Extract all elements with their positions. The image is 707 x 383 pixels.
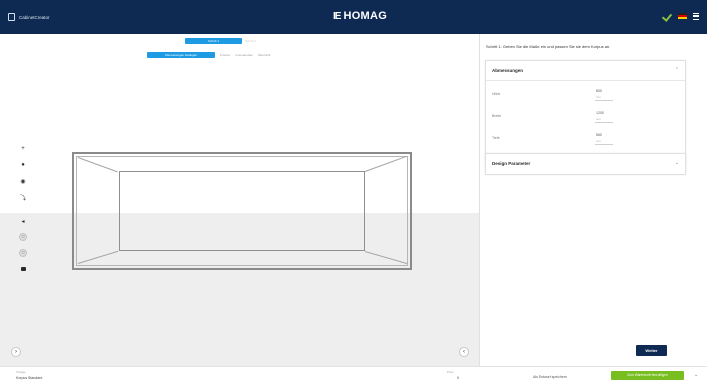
view-top-icon[interactable]: ○ <box>19 249 27 257</box>
rotate-icon[interactable]: ◉ <box>19 177 27 185</box>
price-value: 0 <box>457 376 459 380</box>
step-instruction: Schritt 1: Geben Sie die Maße ein und pa… <box>486 44 611 49</box>
save-draft-link[interactable]: Als Entwurf speichern <box>533 375 567 379</box>
width-underline <box>595 122 613 123</box>
chevron-down-icon[interactable]: ⌄ <box>694 372 698 378</box>
depth-label: Tiefe <box>492 136 500 140</box>
brand-name: HOMAG <box>343 10 388 22</box>
step-top-active[interactable]: Schritt 1 <box>185 38 242 44</box>
design-header[interactable]: Design Parameter ⌄ <box>486 154 685 174</box>
width-label: Breite <box>492 114 502 118</box>
price-label: Preis <box>447 370 454 374</box>
next-button[interactable]: Weiter <box>636 345 667 356</box>
configuration-panel: Schritt 1: Geben Sie die Maße ein und pa… <box>479 34 707 366</box>
dimensions-card: Abmessungen ⌃ Höhe 800 mm Breite 1200 mm… <box>485 60 686 166</box>
step-tab-overview[interactable]: Übersicht <box>258 53 271 57</box>
camera-icon[interactable] <box>19 265 27 273</box>
dimensions-title: Abmessungen <box>492 68 524 73</box>
fullscreen-button[interactable]: ‹ <box>459 347 469 357</box>
height-unit: mm <box>596 95 601 99</box>
step-tab-interior[interactable]: Innenausbau <box>235 53 252 57</box>
zoom-out-icon[interactable]: ● <box>19 161 27 169</box>
menu-icon[interactable] <box>693 12 699 20</box>
cabinet-interior <box>119 171 365 251</box>
logo-mark: IE <box>333 10 342 22</box>
view-front-icon[interactable]: ◂ <box>19 217 27 225</box>
brand-logo: IE HOMAG <box>333 10 387 22</box>
header-actions <box>663 12 699 20</box>
design-card[interactable]: Design Parameter ⌄ <box>485 153 686 175</box>
width-unit: mm <box>596 117 601 121</box>
add-to-cart-button[interactable]: Zum Warenkorb hinzufügen <box>611 371 684 380</box>
height-underline <box>595 100 613 101</box>
depth-input[interactable]: 560 <box>596 133 602 137</box>
app-icon <box>8 13 15 21</box>
flag-icon[interactable] <box>678 13 687 19</box>
depth-underline <box>595 144 613 145</box>
dimensions-header[interactable]: Abmessungen ⌃ <box>486 61 685 81</box>
footer-bar: Vorlage Korpus Standard Preis 0 Als Entw… <box>0 366 707 383</box>
chevron-down-icon[interactable]: ⌄ <box>675 160 679 166</box>
step-tabs: Abmessungen festlegen Fronten Innenausba… <box>147 52 270 58</box>
top-bar: CabinetCreator IE HOMAG <box>0 0 707 34</box>
app-name: CabinetCreator <box>19 14 50 20</box>
check-icon[interactable] <box>663 12 672 20</box>
template-select[interactable]: Korpus Standard <box>16 376 42 380</box>
height-label: Höhe <box>492 92 501 96</box>
view-side-icon[interactable]: ○ <box>19 233 27 241</box>
chevron-up-icon[interactable]: ⌃ <box>675 67 679 73</box>
step-tab-dimensions[interactable]: Abmessungen festlegen <box>147 52 215 58</box>
design-title: Design Parameter <box>492 161 531 166</box>
depth-unit: mm <box>596 139 601 143</box>
step-tab-fronts[interactable]: Fronten <box>220 53 230 57</box>
pan-icon[interactable]: ⤵ <box>19 193 27 202</box>
width-input[interactable]: 1200 <box>596 111 604 115</box>
template-label: Vorlage <box>16 370 26 374</box>
reset-view-button[interactable]: › <box>11 347 21 357</box>
dimension-row-depth: Tiefe 560 mm <box>486 130 687 150</box>
dimension-row-height: Höhe 800 mm <box>486 86 687 106</box>
step-navigation: Schritt 1 Schritt 2 Abmessungen festlege… <box>147 38 347 60</box>
app-title[interactable]: CabinetCreator <box>8 13 50 21</box>
height-input[interactable]: 800 <box>596 89 602 93</box>
zoom-in-icon[interactable]: + <box>19 145 27 153</box>
step-top-inactive[interactable]: Schritt 2 <box>245 39 285 43</box>
dimension-row-width: Breite 1200 mm <box>486 108 687 128</box>
